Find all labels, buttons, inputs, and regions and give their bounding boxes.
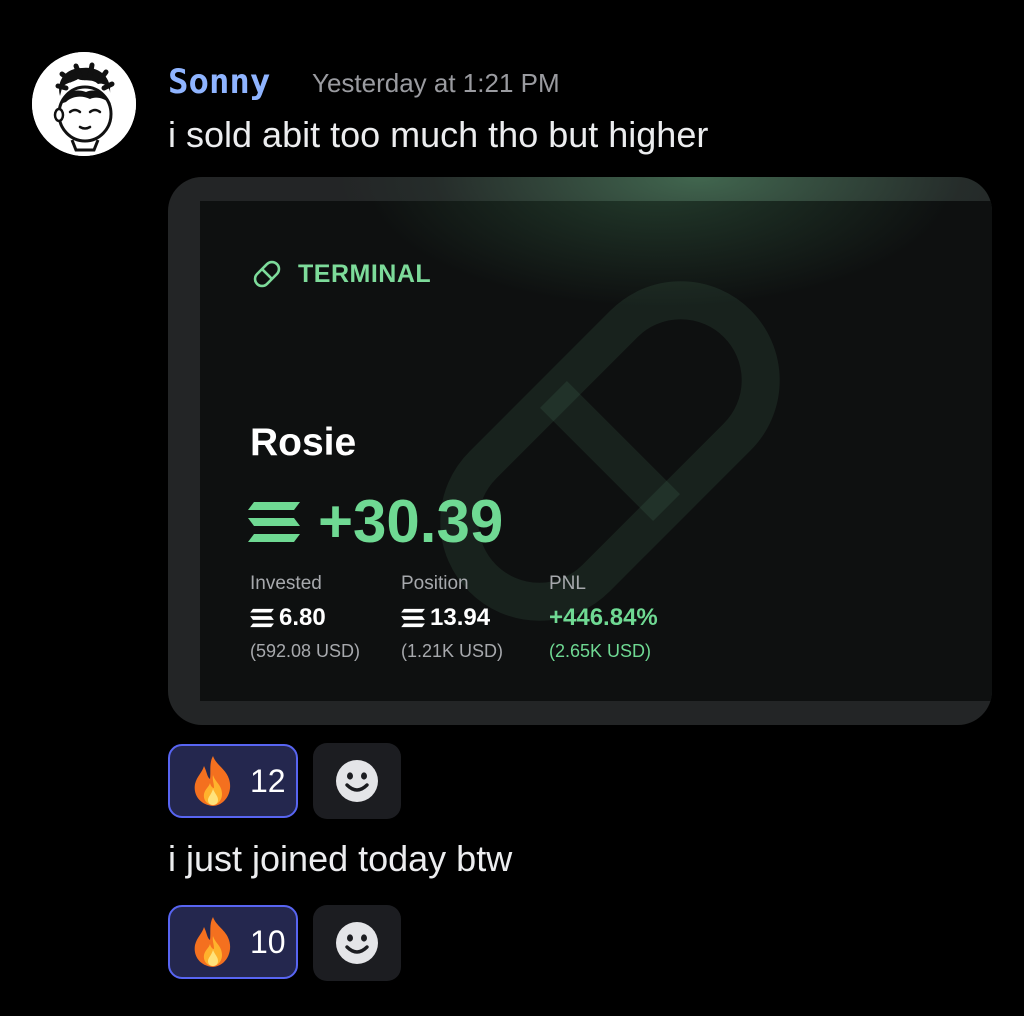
smiley-face-icon [336,922,378,964]
pill-icon [253,260,281,288]
pnl-value: +30.39 [318,488,504,555]
fire-reaction-button[interactable]: 10 [168,905,298,979]
stat-value: +446.84% [549,601,658,635]
fire-reaction-button[interactable]: 12 [168,744,298,818]
stat-label: Position [401,573,469,594]
stat-value-text: 13.94 [430,604,491,631]
stat-label: Invested [250,573,322,594]
brand: TERMINAL [250,257,431,291]
author-name[interactable]: Sonny [168,62,270,102]
solana-icon [250,608,274,628]
stat-value: 6.80 [250,601,360,635]
stat-value-text: 6.80 [279,604,326,631]
reaction-count: 12 [250,762,286,799]
pnl-headline: +30.39 [248,487,503,557]
pnl-card-image[interactable]: TERMINAL Rosie +30.39 Invested 6.80 (592… [168,177,992,725]
stat-usd: (592.08 USD) [250,641,361,661]
stat-usd: (1.21K USD) [401,641,504,661]
avatar[interactable] [32,52,136,156]
reaction-count: 10 [250,923,286,960]
add-reaction-button[interactable] [313,905,401,981]
token-name: Rosie [250,421,357,464]
stat-label: PNL [549,573,586,594]
smiley-face-icon [336,760,378,802]
solana-icon [248,502,300,542]
message-text: i just joined today btw [168,838,513,879]
previous-message-fragment: ‧ ‧ ‧ [380,0,640,6]
add-reaction-button[interactable] [313,743,401,819]
stat-value: 13.94 [401,601,503,635]
solana-icon [401,608,425,628]
pnl-card: TERMINAL Rosie +30.39 Invested 6.80 (592… [200,201,992,701]
fire-icon [194,756,231,806]
stat-invested: Invested 6.80 (592.08 USD) [250,573,360,662]
stat-value-text: +446.84% [549,604,658,631]
message-text: i sold abit too much tho but higher [168,114,709,155]
stat-position: Position 13.94 (1.21K USD) [401,573,503,662]
cartoon-boy-avatar-icon [32,52,136,156]
stat-usd: (2.65K USD) [549,641,652,661]
brand-name: TERMINAL [298,259,432,288]
fire-icon [194,917,231,967]
stat-pnl: PNL +446.84% (2.65K USD) [549,573,658,662]
message-timestamp[interactable]: Yesterday at 1:21 PM [312,68,560,99]
